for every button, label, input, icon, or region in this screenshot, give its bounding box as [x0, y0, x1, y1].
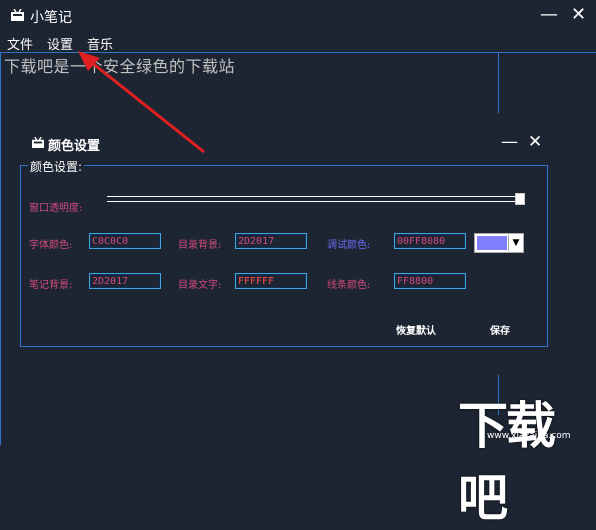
- opacity-slider[interactable]: [107, 196, 521, 202]
- note-bg-label: 笔记背景:: [29, 280, 73, 291]
- font-color-field[interactable]: C0C0C0: [89, 233, 161, 249]
- dir-text-label: 目录文字:: [178, 280, 222, 291]
- menu-file[interactable]: 文件: [7, 34, 33, 53]
- restore-default-button[interactable]: 恢复默认: [396, 322, 436, 337]
- dialog-minimize-button[interactable]: —: [501, 132, 518, 152]
- chevron-down-icon[interactable]: ▼: [508, 235, 523, 251]
- minimize-button[interactable]: —: [540, 6, 558, 24]
- menu-music[interactable]: 音乐: [87, 34, 113, 53]
- line-color-label: 线条颜色:: [327, 280, 371, 291]
- close-button[interactable]: ✕: [571, 6, 586, 24]
- color-settings-group: [20, 165, 548, 347]
- opacity-label: 窗口透明度:: [29, 203, 83, 214]
- editor-divider-top: [498, 53, 499, 113]
- debug-color-field[interactable]: 00FF8080: [394, 233, 466, 249]
- editor-text[interactable]: 下载吧是一个安全绿色的下载站: [4, 53, 235, 77]
- editor-left-border: [0, 52, 1, 445]
- dir-text-field[interactable]: FFFFFF: [235, 273, 307, 289]
- note-bg-field[interactable]: 2D2017: [89, 273, 161, 289]
- watermark-url: www.xiazaiba.com: [487, 431, 571, 441]
- title-bar: [0, 0, 596, 32]
- save-button[interactable]: 保存: [490, 322, 510, 337]
- dialog-close-button[interactable]: ✕: [528, 132, 542, 152]
- window-title: 小笔记: [30, 10, 72, 26]
- line-color-field[interactable]: FF8800: [394, 273, 466, 289]
- dialog-title: 颜色设置: [48, 139, 101, 154]
- color-swatch: [477, 236, 507, 250]
- dir-bg-label: 目录背景:: [178, 240, 222, 251]
- watermark-logo: 下载吧: [458, 397, 556, 527]
- debug-color-label: 调试颜色:: [327, 240, 371, 251]
- menu-settings[interactable]: 设置: [47, 34, 73, 53]
- app-icon: [11, 9, 24, 21]
- dir-bg-field[interactable]: 2D2017: [235, 233, 307, 249]
- opacity-slider-thumb[interactable]: [515, 193, 525, 205]
- font-color-label: 字体颜色:: [29, 240, 73, 251]
- group-label: 颜色设置:: [28, 158, 85, 175]
- dialog-icon: [32, 137, 44, 148]
